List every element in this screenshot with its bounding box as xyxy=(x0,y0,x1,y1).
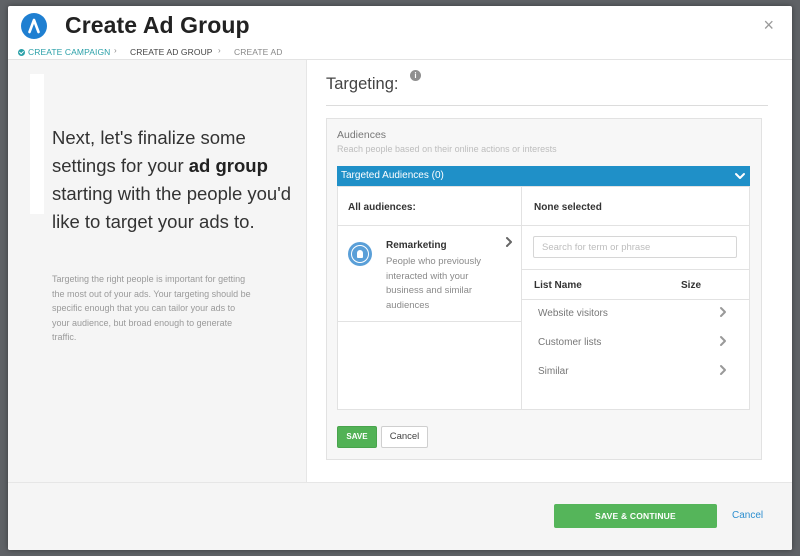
breadcrumb-step-create-ad: CREATE AD xyxy=(234,47,283,57)
chevron-right-icon: › xyxy=(218,46,221,55)
user-circle-icon xyxy=(348,242,372,266)
list-item-name: Website visitors xyxy=(538,308,608,319)
chevron-down-icon[interactable] xyxy=(734,167,746,188)
targeted-audiences-bar[interactable]: Targeted Audiences (0) xyxy=(337,166,750,186)
intro-headline: Next, let's finalize some settings for y… xyxy=(52,127,292,232)
check-circle-icon xyxy=(18,49,25,56)
save-button[interactable]: SAVE xyxy=(337,426,377,448)
modal-footer: SAVE & CONTINUE Cancel xyxy=(8,482,792,550)
audience-category-remarketing[interactable]: Remarketing People who previously intera… xyxy=(338,226,521,322)
list-item-name: Similar xyxy=(538,366,569,377)
intro-subtext: Targeting the right people is important … xyxy=(52,274,251,342)
create-ad-group-modal: Create Ad Group × CREATE CAMPAIGN › CREA… xyxy=(8,6,792,550)
page-title: Create Ad Group xyxy=(65,12,250,38)
list-item-similar[interactable]: Similar xyxy=(522,358,749,387)
footer-cancel-link[interactable]: Cancel xyxy=(732,510,763,521)
modal-header: Create Ad Group × xyxy=(8,6,792,46)
remarketing-description: People who previously interacted with yo… xyxy=(386,256,482,311)
divider xyxy=(326,105,768,106)
list-item-website-visitors[interactable]: Website visitors xyxy=(522,300,749,329)
list-header-divider xyxy=(522,269,749,270)
breadcrumb: CREATE CAMPAIGN › CREATE AD GROUP › CREA… xyxy=(8,45,792,60)
audiences-subtitle: Reach people based on their online actio… xyxy=(337,144,557,154)
list-item-customer-lists[interactable]: Customer lists xyxy=(522,329,749,358)
close-icon[interactable]: × xyxy=(763,16,774,34)
decorative-strip xyxy=(30,74,44,214)
size-column-header: Size xyxy=(681,280,702,291)
chevron-right-icon[interactable] xyxy=(505,236,513,251)
info-icon[interactable]: i xyxy=(410,70,421,81)
intro-panel: Next, let's finalize some settings for y… xyxy=(8,60,307,482)
chevron-right-icon xyxy=(719,364,727,379)
targeting-title: Targeting: xyxy=(326,75,399,93)
audiences-picker: All audiences: None selected Remarketing… xyxy=(337,186,750,410)
selected-audiences-header: None selected xyxy=(534,202,602,213)
breadcrumb-step-create-ad-group: CREATE AD GROUP xyxy=(130,47,213,57)
remarketing-title: Remarketing xyxy=(386,240,447,251)
brand-logo-icon xyxy=(21,13,47,39)
chevron-right-icon xyxy=(719,306,727,321)
cancel-button[interactable]: Cancel xyxy=(381,426,428,448)
audiences-title: Audiences xyxy=(337,129,387,141)
chevron-right-icon xyxy=(719,335,727,350)
breadcrumb-step-create-campaign[interactable]: CREATE CAMPAIGN xyxy=(18,47,110,57)
all-audiences-header: All audiences: xyxy=(348,202,416,213)
chevron-right-icon: › xyxy=(114,46,117,55)
save-and-continue-button[interactable]: SAVE & CONTINUE xyxy=(554,504,717,528)
list-item-name: Customer lists xyxy=(538,337,602,348)
search-input[interactable] xyxy=(533,236,737,258)
targeted-audiences-label: Targeted Audiences (0) xyxy=(341,170,444,181)
audiences-section: Audiences Reach people based on their on… xyxy=(326,118,762,460)
list-name-column-header: List Name xyxy=(534,280,582,291)
